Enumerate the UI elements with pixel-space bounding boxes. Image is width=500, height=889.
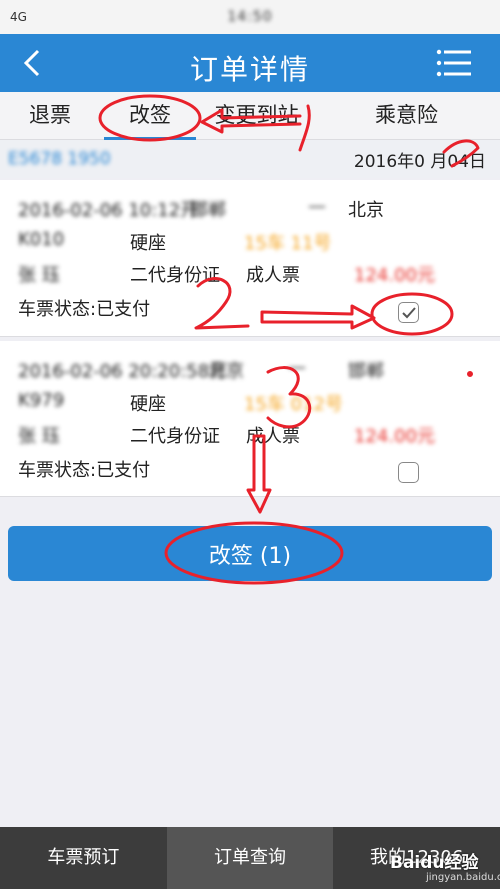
seat-type: 硬座 — [130, 233, 166, 254]
ticket-select-checkbox[interactable] — [398, 462, 419, 483]
ticket-type: 成人票 — [246, 426, 300, 447]
to-station: 邯郸 — [348, 361, 384, 382]
passenger-name: 张 珏 — [18, 426, 60, 447]
ticket-status: 车票状态:已支付 — [18, 299, 151, 320]
app-header: 订单详情 — [0, 34, 500, 92]
tab-insurance[interactable]: 乘意险 — [313, 92, 500, 139]
to-station: 北京 — [348, 200, 384, 221]
ticket-seat-row: K979 硬座 15车 012号 — [18, 390, 488, 415]
status-bar: 4G 14:50 — [0, 0, 500, 34]
departure-time: 2016-02-06 10:12开 — [18, 200, 199, 221]
train-number: K979 — [18, 390, 65, 411]
ticket-status: 车票状态:已支付 — [18, 460, 151, 481]
menu-icon — [436, 49, 471, 77]
id-type: 二代身份证 — [130, 265, 220, 286]
route-arrow: — — [288, 357, 306, 378]
clock: 14:50 — [227, 9, 273, 25]
route-arrow: — — [308, 196, 326, 217]
order-info-bar: E5678 1950 2016年0 月04日 — [0, 140, 500, 178]
tab-refund[interactable]: 退票 — [0, 92, 100, 139]
ticket-passenger-row: 张 珏 二代身份证 成人票 124.00元 — [18, 422, 488, 448]
order-date: 2016年0 月04日 — [353, 151, 486, 172]
ticket-seat-row: K010 硬座 15车 11号 — [18, 229, 488, 254]
change-ticket-button[interactable]: 改签 (1) — [8, 526, 492, 581]
action-tabs: 退票 改签 变更到站 乘意险 — [0, 92, 500, 140]
ticket-type: 成人票 — [246, 265, 300, 286]
page-title: 订单详情 — [189, 53, 310, 86]
seat-number: 15车 012号 — [244, 394, 343, 415]
seat-number: 15车 11号 — [244, 233, 332, 254]
ticket-card[interactable]: 2016-02-06 10:12开 邯郸 — 北京 K010 硬座 15车 11… — [0, 180, 500, 337]
signal-indicator: 4G — [10, 10, 27, 24]
seat-type: 硬座 — [130, 394, 166, 415]
ticket-price: 124.00元 — [354, 426, 435, 447]
from-station: 北京 — [208, 361, 244, 382]
from-station: 邯郸 — [190, 200, 226, 221]
ticket-card[interactable]: 2016-02-06 20:20:58开 北京 — 邯郸 K979 硬座 15车… — [0, 341, 500, 497]
checkmark-icon — [401, 306, 416, 318]
menu-button[interactable] — [436, 48, 472, 78]
ticket-route: 2016-02-06 20:20:58开 北京 — 邯郸 — [18, 357, 384, 383]
ticket-select-checkbox[interactable] — [398, 302, 419, 323]
train-number: K010 — [18, 229, 65, 250]
watermark-url: jingyan.baidu.com — [426, 872, 500, 883]
ticket-price: 124.00元 — [354, 265, 435, 286]
departure-time: 2016-02-06 20:20:58开 — [18, 361, 228, 382]
nav-book-tickets[interactable]: 车票预订 — [0, 827, 167, 889]
passenger-name: 张 珏 — [18, 265, 60, 286]
nav-order-query[interactable]: 订单查询 — [166, 827, 334, 889]
tab-change-destination[interactable]: 变更到站 — [200, 92, 313, 139]
tab-change-ticket[interactable]: 改签 — [100, 92, 200, 140]
ticket-passenger-row: 张 珏 二代身份证 成人票 124.00元 — [18, 261, 488, 287]
order-number: E5678 1950 — [8, 149, 111, 169]
id-type: 二代身份证 — [130, 426, 220, 447]
watermark-brand: Baidu经验 — [390, 853, 479, 873]
ticket-route: 2016-02-06 10:12开 邯郸 — 北京 — [18, 196, 384, 222]
